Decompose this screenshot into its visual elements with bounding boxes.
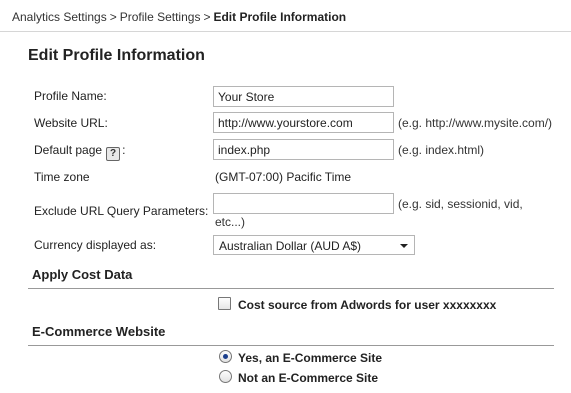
breadcrumb-current: Edit Profile Information [213, 10, 347, 24]
breadcrumb-profile-settings[interactable]: Profile Settings [120, 10, 201, 24]
currency-selected-value: Australian Dollar (AUD A$) [219, 239, 362, 253]
ecommerce-yes-radio[interactable] [219, 350, 232, 363]
exclude-params-label: Exclude URL Query Parameters: [34, 204, 209, 218]
ecommerce-yes-label[interactable]: Yes, an E-Commerce Site [238, 351, 382, 365]
cost-source-label[interactable]: Cost source from Adwords for user xxxxxx… [238, 298, 496, 312]
chevron-down-icon [400, 244, 408, 248]
cost-source-checkbox[interactable] [218, 297, 231, 310]
ecommerce-no-label[interactable]: Not an E-Commerce Site [238, 371, 378, 385]
page-title: Edit Profile Information [28, 47, 205, 64]
cost-data-divider [28, 288, 554, 289]
default-page-hint: (e.g. index.html) [398, 143, 485, 157]
header-divider [0, 31, 571, 32]
website-url-label: Website URL: [34, 116, 108, 130]
default-page-label: Default page [34, 143, 103, 157]
time-zone-label: Time zone [34, 170, 90, 184]
default-page-input[interactable] [213, 139, 394, 160]
breadcrumb-separator: > [203, 10, 211, 24]
help-icon[interactable]: ? [106, 147, 121, 161]
breadcrumb-separator: > [109, 10, 117, 24]
exclude-params-hint: (e.g. sid, sessionid, vid, [398, 197, 523, 211]
breadcrumb-analytics-settings[interactable]: Analytics Settings [12, 10, 107, 24]
default-page-colon: : [122, 143, 126, 157]
breadcrumb: Analytics Settings > Profile Settings > Edit… [12, 10, 346, 24]
website-url-input[interactable] [213, 112, 394, 133]
exclude-params-hint-cont: etc...) [215, 215, 246, 229]
default-page-label-row: Default page?: [34, 143, 125, 161]
currency-select[interactable]: Australian Dollar (AUD A$) [213, 235, 415, 255]
profile-name-input[interactable] [213, 86, 394, 107]
ecommerce-divider [28, 345, 554, 346]
ecommerce-heading: E-Commerce Website [32, 324, 166, 339]
time-zone-value: (GMT-07:00) Pacific Time [215, 170, 352, 184]
ecommerce-no-radio[interactable] [219, 370, 232, 383]
exclude-params-input[interactable] [213, 193, 394, 214]
website-url-hint: (e.g. http://www.mysite.com/) [398, 116, 553, 130]
profile-name-label: Profile Name: [34, 89, 107, 103]
cost-data-heading: Apply Cost Data [32, 267, 133, 282]
currency-label: Currency displayed as: [34, 238, 157, 252]
